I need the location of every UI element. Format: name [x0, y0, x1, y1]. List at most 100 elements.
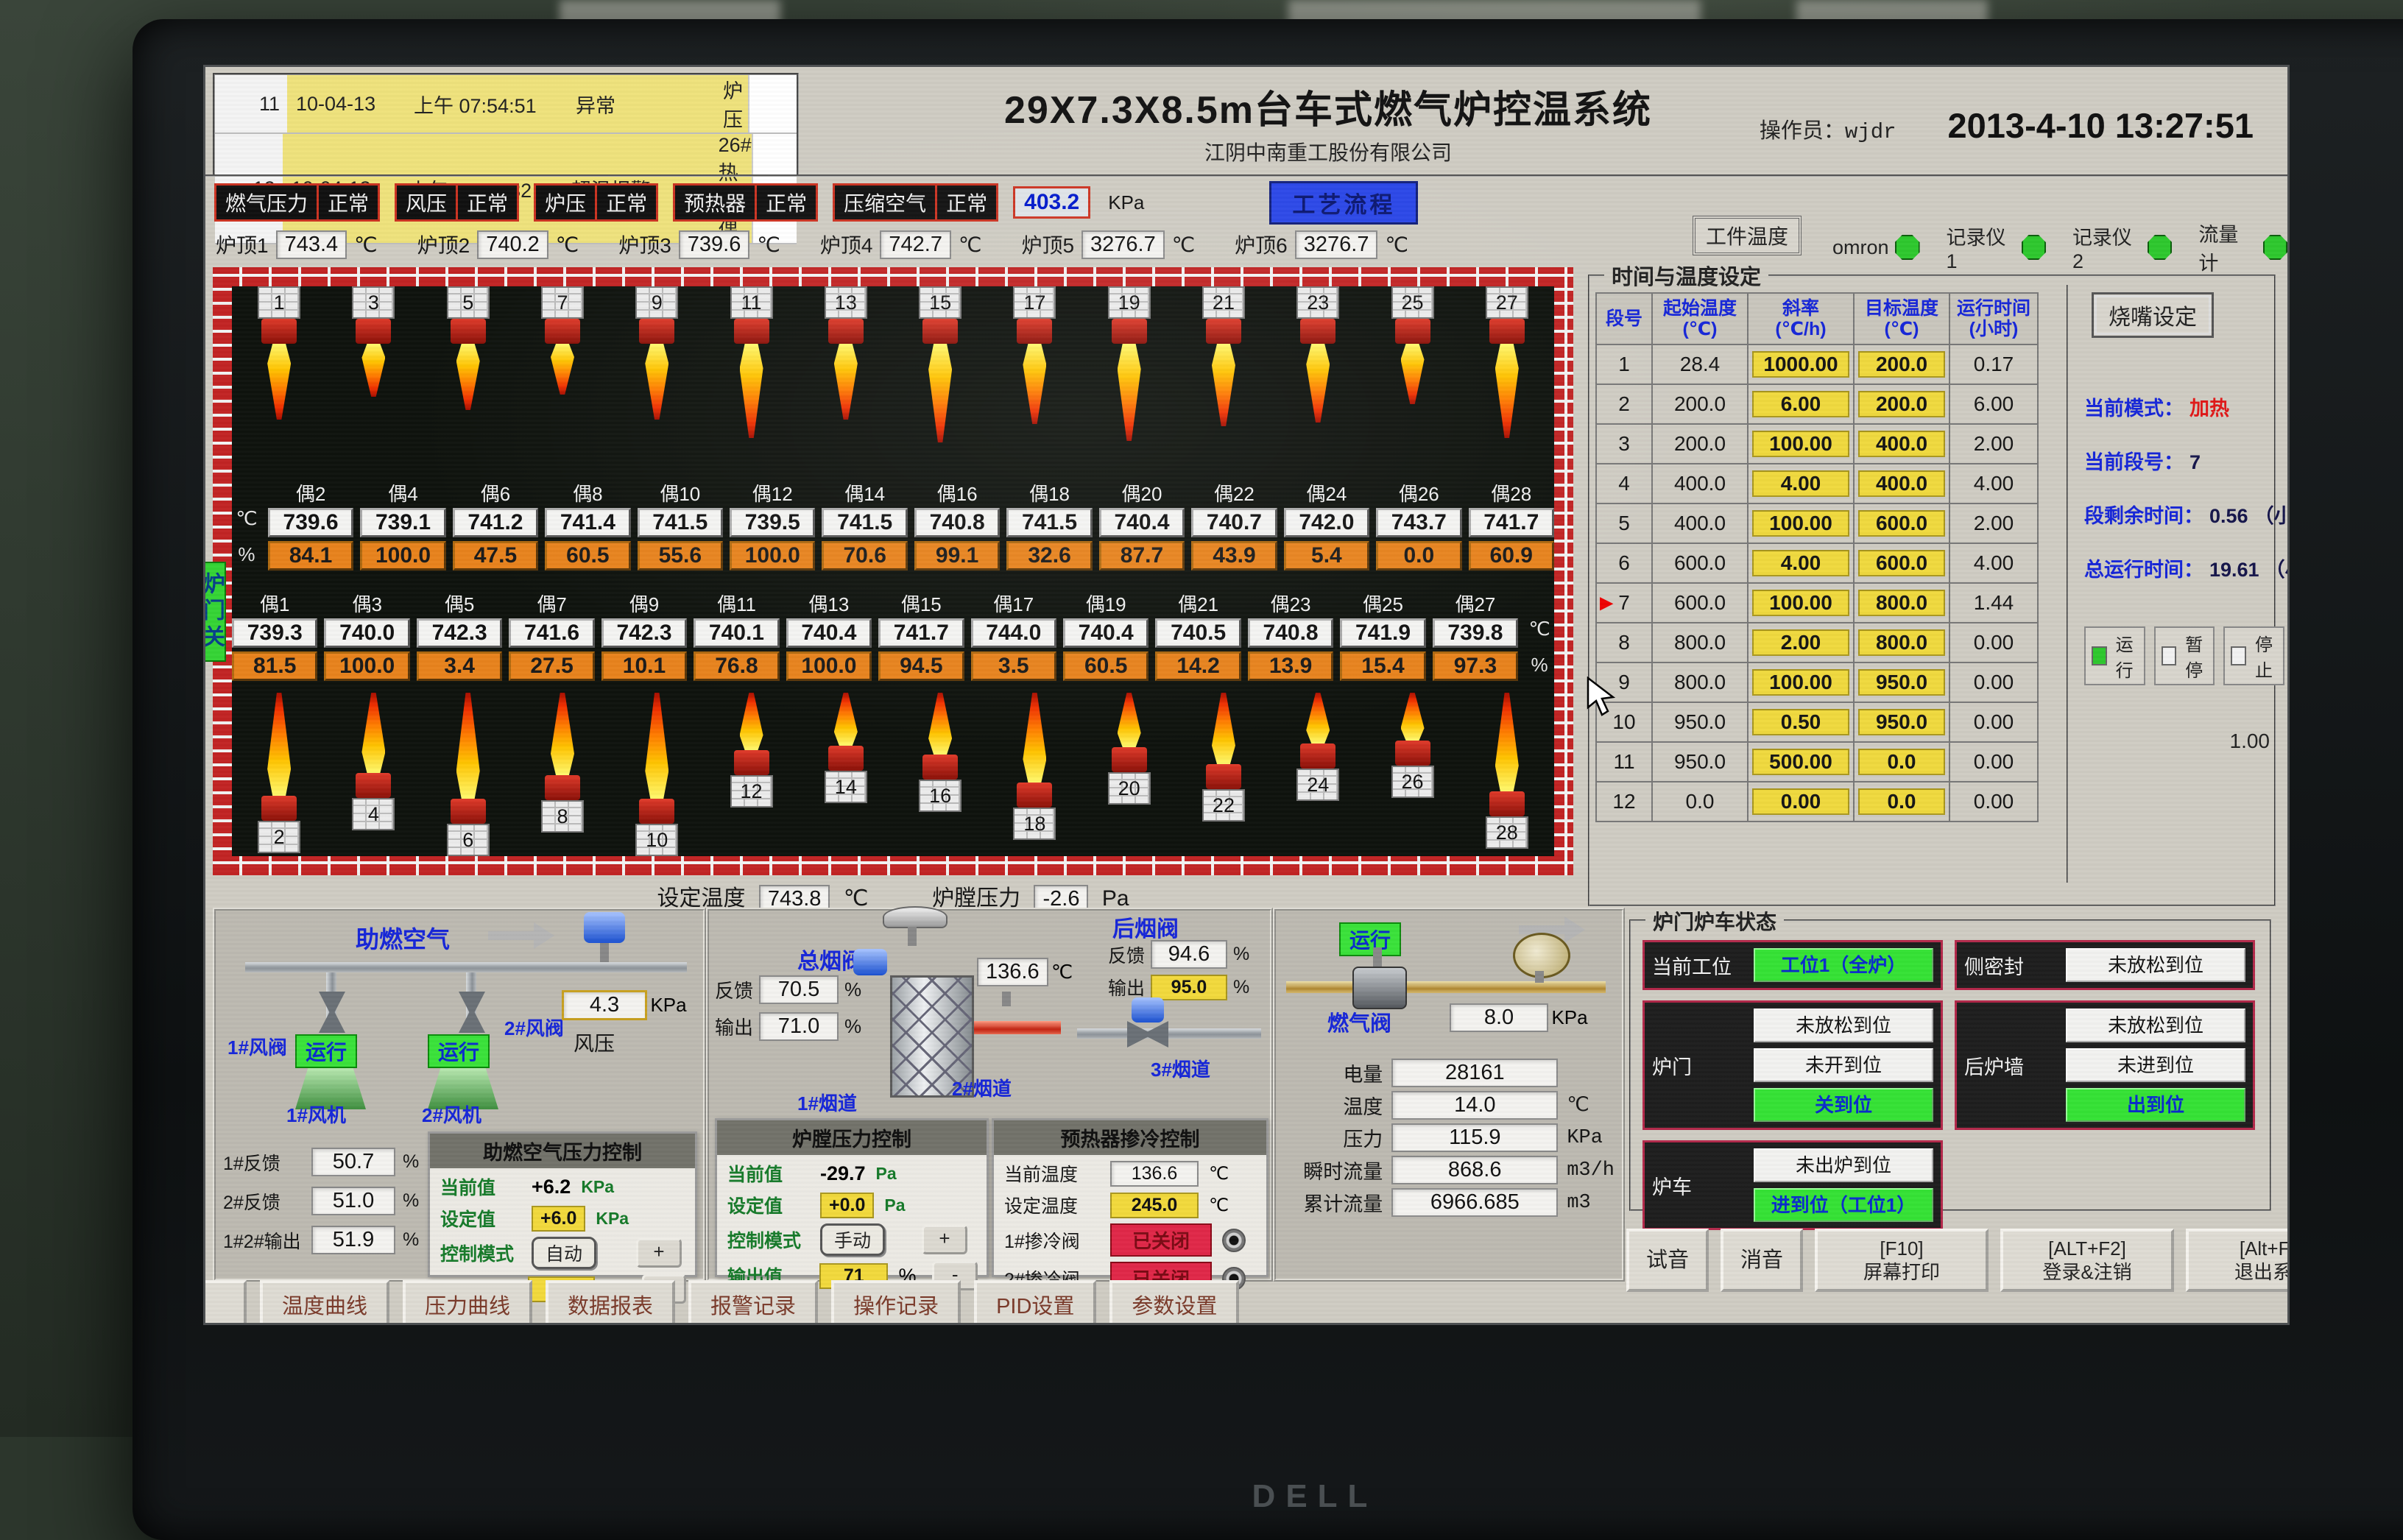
target-temp-value[interactable]: 600.0	[1858, 510, 1945, 537]
rate-value[interactable]: 100.00	[1752, 669, 1849, 696]
mode-button[interactable]: 手动	[820, 1223, 885, 1256]
burner-body-icon	[1206, 319, 1241, 344]
rate-value[interactable]: 2.00	[1752, 629, 1849, 656]
run-time-cell: 0.00	[1949, 623, 2038, 663]
alarm-row[interactable]: 1110-04-13上午 07:54:51异常炉压	[215, 75, 797, 134]
tab-button[interactable]: 参数设置	[1109, 1280, 1239, 1325]
plus-button[interactable]: +	[636, 1238, 682, 1268]
run-time-cell: 0.00	[1949, 702, 2038, 742]
target-temp-value[interactable]: 950.0	[1858, 669, 1945, 696]
run-button[interactable]: 运行	[2084, 626, 2145, 685]
rate-value[interactable]: 0.50	[1752, 709, 1849, 735]
rate-value[interactable]: 1000.00	[1752, 351, 1849, 378]
tc-cell: 偶9742.310.1	[601, 590, 687, 681]
tab-button[interactable]: 温度曲线	[260, 1280, 389, 1325]
button-line: 退出系统	[2234, 1260, 2290, 1284]
tc-output-percent: 99.1	[914, 541, 1000, 571]
system-button[interactable]: [F10]屏幕打印	[1815, 1229, 1989, 1292]
rate-value[interactable]: 100.00	[1752, 510, 1849, 537]
rate-value[interactable]: 4.00	[1752, 550, 1849, 576]
table-row: 120.00.000.00.00	[1596, 782, 2038, 822]
set-temp-value[interactable]: 245.0	[1110, 1193, 1199, 1218]
flame-icon	[1023, 344, 1046, 424]
device-indicator: omron	[1832, 235, 1920, 260]
fb2-label: 2#反馈	[223, 1188, 304, 1215]
system-button[interactable]: 试音	[1626, 1229, 1709, 1292]
burner-number: 25	[1391, 286, 1434, 319]
tc-temp-value: 741.2	[453, 508, 538, 537]
control-button[interactable]: 暂停	[2154, 626, 2215, 685]
plus-button[interactable]: +	[922, 1225, 967, 1254]
status-badge-state: 正常	[319, 186, 378, 219]
process-flow-button[interactable]: 工艺流程	[1269, 181, 1418, 225]
burner-bottom: 2	[239, 693, 320, 856]
tc-label: 偶21	[1155, 590, 1241, 617]
target-temp-value[interactable]: 600.0	[1858, 550, 1945, 576]
system-button[interactable]: [Alt+F4]退出系统	[2186, 1229, 2290, 1292]
gas-readings: 电量28161温度14.0℃压力115.9KPa瞬时流量868.6m3/h累计流…	[1276, 1055, 1622, 1217]
fan-1-label: 1#风机	[286, 1101, 346, 1128]
tab-button[interactable]: 报警记录	[688, 1280, 818, 1325]
tab-partial[interactable]	[203, 1280, 247, 1325]
target-temp-value[interactable]: 400.0	[1858, 431, 1945, 457]
air-valve-2-icon[interactable]	[459, 992, 485, 1033]
rear-valve-icon[interactable]	[1127, 1021, 1168, 1048]
combustion-air-panel: 助燃空气 1#风阀 2#风阀 运行 运行 1#风机 2#风机 4.3	[213, 908, 706, 1282]
fan-1-state: 运行	[295, 1034, 357, 1068]
page-title: 29X7.3X8.5m台车式燃气炉控温系统	[868, 79, 1788, 134]
target-temp-value[interactable]: 950.0	[1858, 709, 1945, 735]
tab-button[interactable]: 压力曲线	[403, 1280, 532, 1325]
system-button[interactable]: [ALT+F2]登录&注销	[2000, 1229, 2174, 1292]
current-temp-unit: ℃	[1209, 1163, 1229, 1184]
target-temp-value[interactable]: 800.0	[1858, 629, 1945, 656]
status-box: 工位1（全炉）	[1754, 948, 1933, 982]
eye-icon[interactable]	[1222, 1229, 1246, 1252]
target-temp-value[interactable]: 800.0	[1858, 590, 1945, 616]
flame-icon	[928, 344, 952, 442]
current-unit: KPa	[581, 1177, 614, 1197]
operator-block: 操作员：wjdr 2013-4-10 13:27:51	[1760, 105, 2254, 146]
burner-setting-button[interactable]: 烧嘴设定	[2092, 292, 2214, 338]
rate-value[interactable]: 4.00	[1752, 470, 1849, 497]
tab-button[interactable]: PID设置	[974, 1280, 1096, 1325]
alarm-date: 10-04-13	[287, 93, 414, 116]
tab-button[interactable]: 操作记录	[831, 1280, 961, 1325]
header-text: 运行时间	[1953, 298, 2034, 319]
tc-output-percent: 94.5	[878, 651, 964, 681]
run-time-cell: 2.00	[1949, 504, 2038, 543]
burner-body-icon	[1112, 747, 1147, 772]
burner-bottom: 22	[1183, 693, 1264, 856]
rate-value[interactable]: 100.00	[1752, 431, 1849, 457]
burner-top: 15	[900, 286, 981, 442]
set-value[interactable]: +6.0	[532, 1206, 585, 1232]
target-temp-value[interactable]: 0.0	[1858, 788, 1945, 815]
rear-out-value: 95.0	[1151, 975, 1227, 1000]
tab-button[interactable]: 数据报表	[546, 1280, 675, 1325]
target-temp-value[interactable]: 200.0	[1858, 351, 1945, 378]
gas-reading-unit: m3/h	[1567, 1159, 1615, 1182]
flame-icon	[456, 344, 480, 410]
target-temp-value[interactable]: 0.0	[1858, 749, 1945, 775]
status-badge: 风压正常	[395, 183, 519, 222]
control-button[interactable]: 停止	[2223, 626, 2284, 685]
target-temp-value[interactable]: 400.0	[1858, 470, 1945, 497]
flue-fb-unit: %	[844, 978, 861, 1001]
tc-label: 偶15	[878, 590, 964, 617]
burner-body-icon	[261, 319, 297, 344]
set-value[interactable]: +0.0	[820, 1193, 874, 1218]
workpiece-temp-button[interactable]: 工件温度	[1693, 216, 1802, 255]
air-valve-1-icon[interactable]	[319, 992, 345, 1033]
start-temp-cell: 28.4	[1652, 345, 1748, 384]
tc-label: 偶14	[822, 479, 907, 506]
rate-value[interactable]: 0.00	[1752, 788, 1849, 815]
system-button[interactable]: 消音	[1721, 1229, 1803, 1292]
tc-temp-value: 744.0	[971, 618, 1056, 648]
rate-value[interactable]: 500.00	[1752, 749, 1849, 775]
mode-button[interactable]: 自动	[532, 1237, 596, 1269]
target-temp-value[interactable]: 200.0	[1858, 391, 1945, 417]
run-time-cell: 4.00	[1949, 543, 2038, 583]
rate-value[interactable]: 100.00	[1752, 590, 1849, 616]
furnace-door-status-tag: 炉门关	[203, 562, 226, 662]
rate-value[interactable]: 6.00	[1752, 391, 1849, 417]
gas-valve-icon[interactable]	[1352, 967, 1407, 1009]
